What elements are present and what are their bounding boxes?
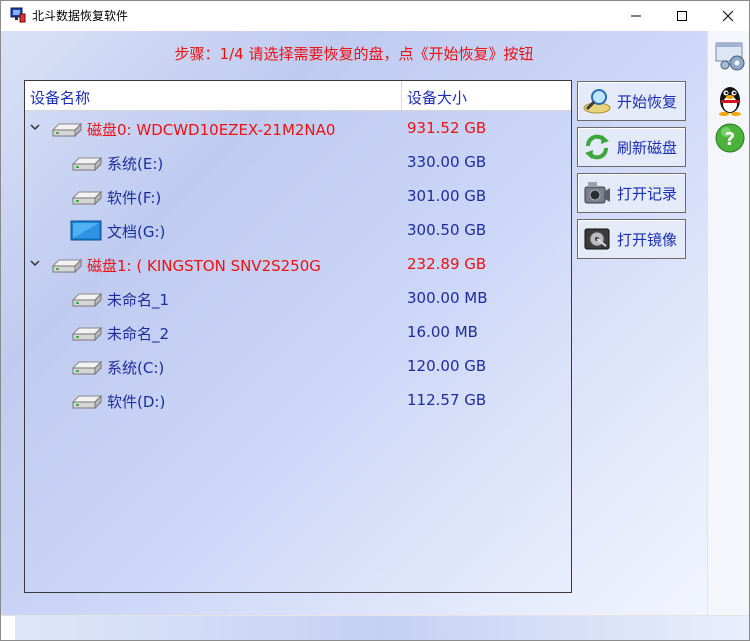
client-area: 步骤：1/4 请选择需要恢复的盘，点《开始恢复》按钮 设备名称 设备大小 磁盘0… [1,31,749,640]
refresh-disk-button[interactable]: 刷新磁盘 [577,127,686,167]
tree-row-partition[interactable]: 未命名_2 16.00 MB [25,315,571,349]
column-header-size[interactable]: 设备大小 [407,87,467,108]
device-name: 未命名_2 [107,325,170,343]
chevron-down-icon[interactable] [29,257,41,269]
device-name: 磁盘0: WDCWD10EZEX-21M2NA0 [87,121,336,139]
device-size: 120.00 GB [407,357,487,375]
tree-row-partition[interactable]: 文档(G:) 300.50 GB [25,213,571,247]
step-instruction: 步骤：1/4 请选择需要恢复的盘，点《开始恢复》按钮 [174,45,534,63]
device-name: 软件(F:) [107,189,162,207]
start-recovery-label: 开始恢复 [617,93,678,111]
device-name: 系统(C:) [107,359,165,377]
title-bar[interactable]: 北斗数据恢复软件 [1,1,749,30]
app-icon [10,7,26,23]
column-header-name[interactable]: 设备名称 [30,87,90,108]
device-size: 112.57 GB [407,391,487,409]
open-image-label: 打开镜像 [617,231,678,249]
column-separator[interactable] [401,81,402,110]
qq-penguin-icon[interactable] [713,81,747,117]
camera-record-icon [584,182,610,204]
device-size: 301.00 GB [407,187,487,205]
tree-row-partition[interactable]: 软件(F:) 301.00 GB [25,179,571,213]
maximize-icon [677,10,687,21]
right-sidebar: ? [707,31,749,615]
tree-row-partition[interactable]: 软件(D:) 112.57 GB [25,383,571,417]
close-button[interactable] [705,1,749,30]
drive-icon [71,360,103,376]
device-size: 300.50 GB [407,221,487,239]
hard-drive-icon [51,122,83,138]
minimize-icon [631,15,641,16]
drive-icon [71,394,103,410]
device-name: 软件(D:) [107,393,166,411]
device-name: 文档(G:) [107,223,166,241]
device-size: 931.52 GB [407,119,487,137]
start-recovery-button[interactable]: 开始恢复 [577,81,686,121]
drive-icon [71,190,103,206]
minimize-button[interactable] [613,1,659,30]
hard-drive-icon [51,258,83,274]
refresh-disk-label: 刷新磁盘 [617,139,678,157]
refresh-icon [585,134,609,160]
device-size: 232.89 GB [407,255,487,273]
tree-row-disk[interactable]: 磁盘0: WDCWD10EZEX-21M2NA0 931.52 GB [25,111,571,145]
settings-icon[interactable] [713,37,747,73]
close-icon [722,10,734,21]
device-size: 330.00 GB [407,153,487,171]
app-window: 北斗数据恢复软件 步骤：1/4 请选择需要恢复的盘，点《开始恢复》按钮 设备名称… [0,0,750,641]
drive-icon [71,156,103,172]
open-record-label: 打开记录 [617,185,678,203]
status-bar [1,615,749,640]
disk-image-icon [584,228,610,250]
chevron-down-icon[interactable] [29,121,41,133]
tree-row-partition[interactable]: 未命名_1 300.00 MB [25,281,571,315]
device-name: 系统(E:) [107,155,164,173]
help-icon[interactable]: ? [713,121,747,157]
window-title: 北斗数据恢复软件 [32,9,129,23]
magnifier-search-icon [583,89,611,114]
tree-row-partition[interactable]: 系统(E:) 330.00 GB [25,145,571,179]
device-size: 300.00 MB [407,289,488,307]
open-image-button[interactable]: 打开镜像 [577,219,686,259]
open-record-button[interactable]: 打开记录 [577,173,686,213]
tree-header: 设备名称 设备大小 [25,81,571,111]
device-name: 磁盘1: ( KINGSTON SNV2S250G [87,257,321,275]
tree-row-partition[interactable]: 系统(C:) 120.00 GB [25,349,571,383]
monitor-drive-icon [70,220,102,241]
status-bar-fill [15,616,749,640]
drive-icon [71,292,103,308]
drive-icon [71,326,103,342]
device-name: 未命名_1 [107,291,170,309]
svg-text:?: ? [725,129,735,150]
maximize-button[interactable] [659,1,705,30]
device-tree[interactable]: 设备名称 设备大小 磁盘0: WDCWD10EZEX-21M2NA0 931.52… [24,80,572,593]
tree-row-disk[interactable]: 磁盘1: ( KINGSTON SNV2S250G 232.89 GB [25,247,571,281]
device-size: 16.00 MB [407,323,478,341]
